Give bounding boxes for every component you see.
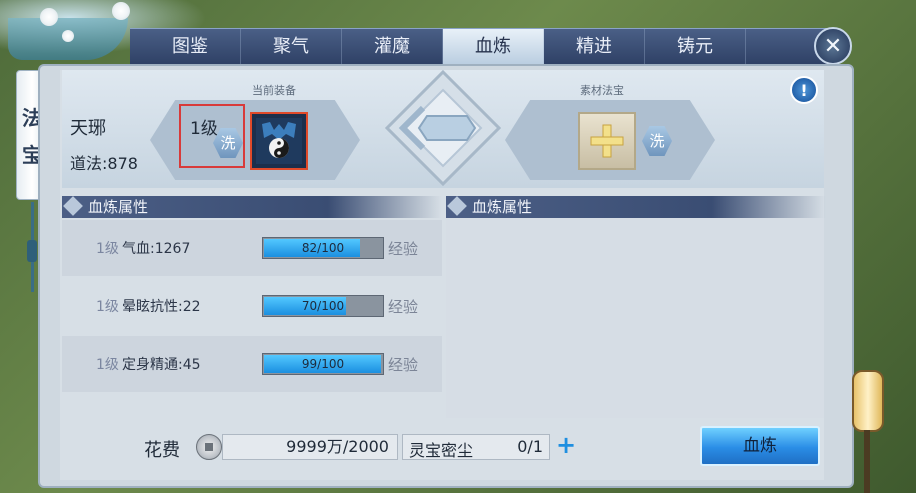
tab-zhuyuan[interactable]: 铸元 [645, 29, 746, 65]
info-button[interactable]: ! [790, 76, 818, 104]
info-icon: ! [800, 80, 808, 100]
tab-xuelian[interactable]: 血炼 [443, 29, 544, 65]
cost-label: 花费 [144, 440, 180, 461]
flower-icon [62, 30, 74, 42]
current-equip-slot[interactable] [250, 112, 308, 170]
attribute-row: 1级 晕眩抗性:22 70/100 经验 [62, 278, 442, 334]
coin-icon [196, 434, 222, 460]
tab-guanmo[interactable]: 灌魔 [342, 29, 443, 65]
top-tab-bar: 图鉴 聚气 灌魔 血炼 精进 铸元 [130, 28, 830, 65]
dao-value: 道法:878 [70, 154, 138, 173]
equip-taiji-icon [256, 118, 302, 164]
attribute-name: 气血:1267 [122, 241, 191, 257]
tab-jingjin[interactable]: 精进 [544, 29, 645, 65]
flower-icon [40, 8, 58, 26]
current-equip-caption: 当前装备 [252, 84, 296, 97]
left-section-title: 血炼属性 [62, 196, 442, 218]
exp-label: 经验 [388, 297, 419, 316]
highlight-box [179, 104, 245, 168]
exp-bar: 99/100 [262, 353, 384, 375]
lantern-decoration [852, 370, 884, 432]
attribute-list: 1级 气血:1267 82/100 经验 1级 晕眩抗性:22 70/100 经… [62, 218, 442, 418]
flower-icon [112, 2, 130, 20]
material-count: 0/1 [517, 437, 543, 456]
right-section-title: 血炼属性 [446, 196, 826, 218]
close-icon: ✕ [823, 33, 843, 59]
tab-tujian[interactable]: 图鉴 [140, 29, 241, 65]
attribute-level: 1级 [96, 299, 119, 315]
attribute-row: 1级 定身精通:45 99/100 经验 [62, 336, 442, 392]
cost-footer: 花费 9999万/2000 灵宝密尘 0/1 + 血炼 [62, 420, 824, 476]
attribute-name: 定身精通:45 [122, 357, 201, 373]
attribute-level: 1级 [96, 241, 119, 257]
tassel-decoration [27, 240, 37, 262]
blood-refine-button[interactable]: 血炼 [700, 426, 820, 466]
material-equip-caption: 素材法宝 [580, 84, 624, 97]
material-attribute-list [446, 218, 824, 418]
exp-bar: 82/100 [262, 237, 384, 259]
add-icon[interactable]: + [556, 433, 576, 457]
close-button[interactable]: ✕ [814, 27, 852, 65]
transfer-emblem [383, 68, 503, 188]
exp-bar-text: 70/100 [301, 299, 345, 313]
equip-name: 天琊 [70, 118, 106, 139]
material-requirement: 灵宝密尘 0/1 [402, 434, 550, 460]
exp-label: 经验 [388, 355, 419, 374]
exp-bar: 70/100 [262, 295, 384, 317]
cost-value: 9999万/2000 [222, 434, 398, 460]
attribute-level: 1级 [96, 357, 119, 373]
attribute-row: 1级 气血:1267 82/100 经验 [62, 220, 442, 276]
tab-juqi[interactable]: 聚气 [241, 29, 342, 65]
lantern-pole-decoration [864, 430, 870, 493]
material-name: 灵宝密尘 [409, 441, 474, 460]
exp-bar-text: 99/100 [301, 357, 345, 371]
attribute-name: 晕眩抗性:22 [122, 299, 201, 315]
exp-bar-text: 82/100 [301, 241, 345, 255]
blood-refine-screen: 图鉴 聚气 灌魔 血炼 精进 铸元 ✕ 法 宝 当前装备 素材法宝 天琊 道法:… [0, 0, 916, 493]
exp-label: 经验 [388, 239, 419, 258]
plus-icon [590, 124, 624, 158]
material-slot[interactable] [578, 112, 636, 170]
